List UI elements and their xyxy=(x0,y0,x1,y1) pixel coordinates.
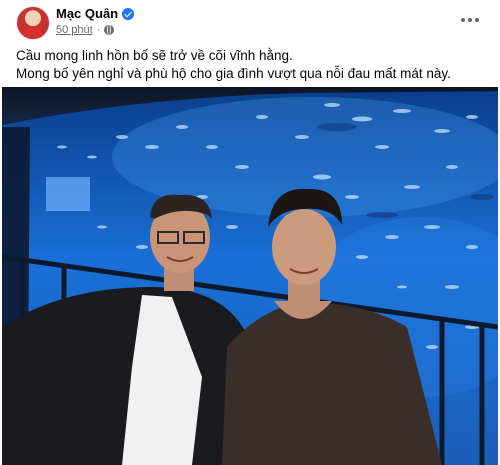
more-options-button[interactable] xyxy=(456,10,484,30)
post-photo[interactable] xyxy=(2,87,498,465)
post-meta: 50 phút · xyxy=(56,24,115,36)
post-header: Mạc Quân 50 phút · xyxy=(12,4,488,40)
more-options-icon-dot xyxy=(468,18,472,22)
more-options-icon xyxy=(461,18,465,22)
meta-separator: · xyxy=(96,24,101,36)
author-name-row: Mạc Quân xyxy=(56,6,135,21)
more-options-icon-dot xyxy=(475,18,479,22)
author-avatar[interactable] xyxy=(16,6,50,40)
caption-line-2: Mong bố yên nghỉ và phù hộ cho gia đình … xyxy=(16,66,451,81)
facebook-post: Mạc Quân 50 phút · Cầu mong linh hồn bố … xyxy=(0,0,500,465)
globe-icon xyxy=(104,25,115,35)
caption-line-1: Cầu mong linh hồn bố sẽ trở về cõi vĩnh … xyxy=(16,48,293,63)
verified-badge-icon xyxy=(122,7,135,20)
post-caption: Cầu mong linh hồn bố sẽ trở về cõi vĩnh … xyxy=(16,47,488,83)
post-timestamp[interactable]: 50 phút xyxy=(56,24,93,36)
aquarium-photo-illustration xyxy=(2,87,498,465)
author-name[interactable]: Mạc Quân xyxy=(56,6,118,21)
